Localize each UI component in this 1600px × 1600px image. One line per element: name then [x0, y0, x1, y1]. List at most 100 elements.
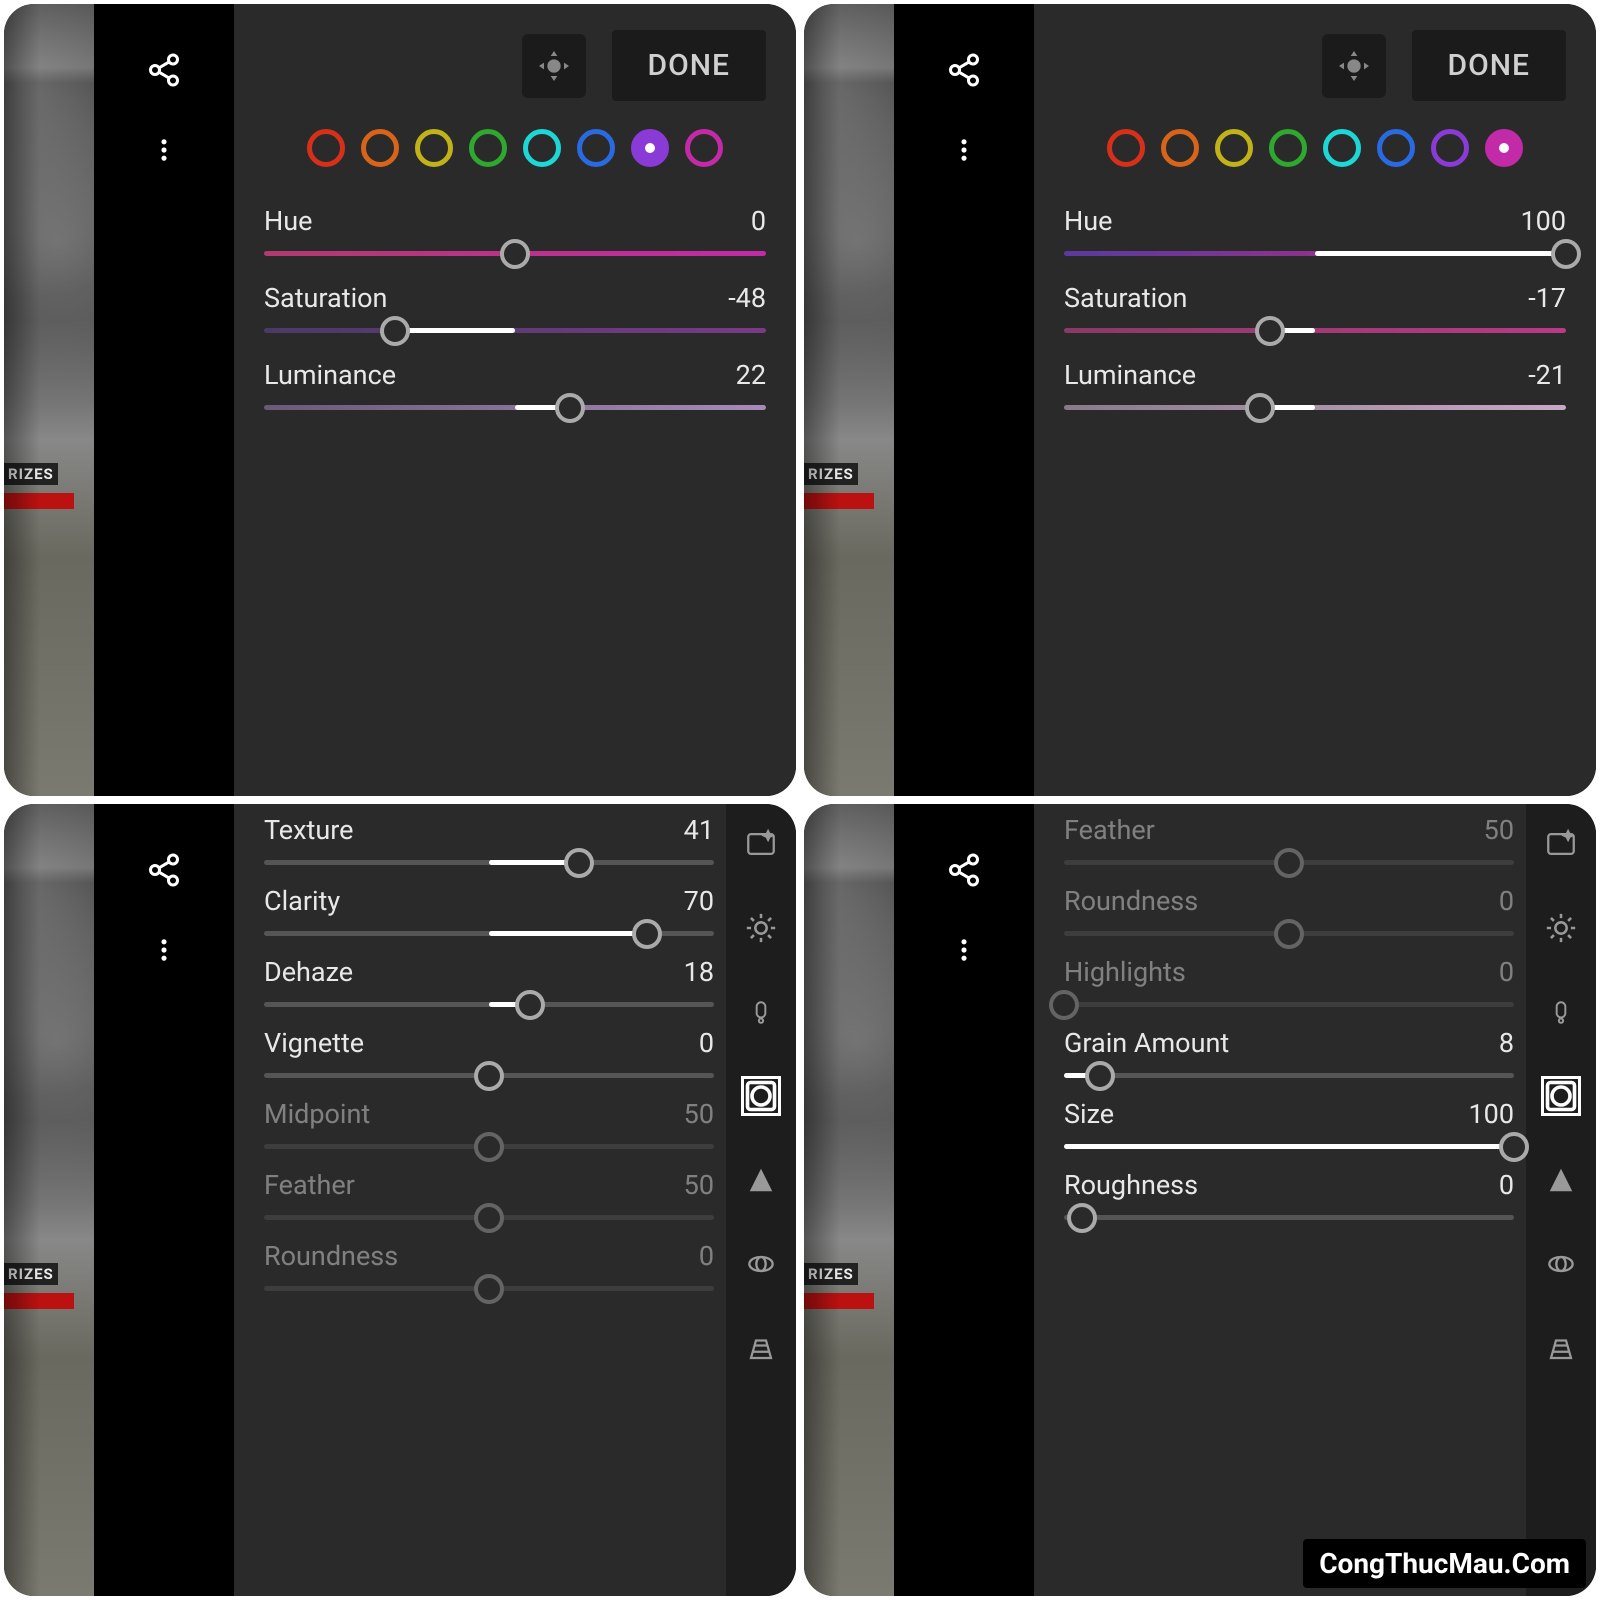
- swatch-6[interactable]: [1431, 129, 1469, 167]
- slider-knob[interactable]: [474, 1132, 504, 1162]
- slider-knob[interactable]: [632, 919, 662, 949]
- slider-size: Size100: [1064, 1098, 1514, 1149]
- slider-knob[interactable]: [555, 393, 585, 423]
- slider-knob[interactable]: [474, 1061, 504, 1091]
- swatch-4[interactable]: [1323, 129, 1361, 167]
- auto-icon[interactable]: [741, 824, 781, 864]
- slider-knob[interactable]: [1274, 848, 1304, 878]
- optics-icon[interactable]: [741, 1244, 781, 1284]
- photo-red-bar: [804, 1293, 874, 1309]
- swatch-1[interactable]: [361, 129, 399, 167]
- swatch-0[interactable]: [1107, 129, 1145, 167]
- slider-knob[interactable]: [1551, 239, 1581, 269]
- slider-hue: Hue0: [264, 205, 766, 256]
- share-icon[interactable]: [144, 50, 184, 90]
- slider-track[interactable]: [264, 860, 714, 865]
- slider-knob[interactable]: [474, 1274, 504, 1304]
- swatch-3[interactable]: [1269, 129, 1307, 167]
- slider-knob[interactable]: [474, 1203, 504, 1233]
- slider-track[interactable]: [1064, 1215, 1514, 1220]
- slider-track[interactable]: [1064, 405, 1566, 410]
- slider-label: Roughness: [1064, 1169, 1198, 1201]
- slider-label: Grain Amount: [1064, 1027, 1229, 1059]
- slider-saturation: Saturation-48: [264, 282, 766, 333]
- slider-knob[interactable]: [1085, 1061, 1115, 1091]
- slider-track[interactable]: [264, 1286, 714, 1291]
- slider-knob[interactable]: [500, 239, 530, 269]
- slider-track[interactable]: [264, 405, 766, 410]
- done-button[interactable]: DONE: [1412, 30, 1567, 101]
- swatch-2[interactable]: [415, 129, 453, 167]
- detail-icon[interactable]: [1541, 1160, 1581, 1200]
- done-button[interactable]: DONE: [612, 30, 767, 101]
- slider-knob[interactable]: [1067, 1203, 1097, 1233]
- pan-button[interactable]: [522, 34, 586, 98]
- slider-knob[interactable]: [1255, 316, 1285, 346]
- slider-track[interactable]: [1064, 931, 1514, 936]
- light-icon[interactable]: [1541, 908, 1581, 948]
- panel-color-mix-purple: RIZES DONE Hue0Saturation-48Luminance22: [4, 4, 796, 796]
- slider-knob[interactable]: [1245, 393, 1275, 423]
- slider-texture: Texture41: [264, 814, 714, 865]
- swatch-7[interactable]: [1485, 129, 1523, 167]
- geometry-icon[interactable]: [741, 1328, 781, 1368]
- geometry-icon[interactable]: [1541, 1328, 1581, 1368]
- slider-knob[interactable]: [380, 316, 410, 346]
- slider-track[interactable]: [264, 1073, 714, 1078]
- slider-track[interactable]: [1064, 328, 1566, 333]
- color-icon[interactable]: [741, 992, 781, 1032]
- slider-knob[interactable]: [1274, 919, 1304, 949]
- slider-value: 0: [751, 205, 766, 237]
- slider-knob[interactable]: [564, 848, 594, 878]
- effects-icon[interactable]: [1541, 1076, 1581, 1116]
- swatch-6[interactable]: [631, 129, 669, 167]
- swatch-7[interactable]: [685, 129, 723, 167]
- slider-track[interactable]: [1064, 1144, 1514, 1149]
- more-icon[interactable]: [944, 930, 984, 970]
- more-icon[interactable]: [944, 130, 984, 170]
- slider-track[interactable]: [264, 1002, 714, 1007]
- slider-track[interactable]: [1064, 860, 1514, 865]
- swatch-0[interactable]: [307, 129, 345, 167]
- share-icon[interactable]: [944, 850, 984, 890]
- slider-roundness: Roundness0: [264, 1240, 714, 1291]
- auto-icon[interactable]: [1541, 824, 1581, 864]
- slider-track[interactable]: [1064, 1073, 1514, 1078]
- pan-button[interactable]: [1322, 34, 1386, 98]
- swatch-2[interactable]: [1215, 129, 1253, 167]
- share-icon[interactable]: [944, 50, 984, 90]
- detail-icon[interactable]: [741, 1160, 781, 1200]
- slider-value: 0: [1499, 885, 1514, 917]
- more-icon[interactable]: [144, 930, 184, 970]
- photo-red-bar: [4, 1293, 74, 1309]
- slider-track[interactable]: [1064, 1002, 1514, 1007]
- swatch-3[interactable]: [469, 129, 507, 167]
- slider-label: Luminance: [264, 359, 396, 391]
- share-icon[interactable]: [144, 850, 184, 890]
- swatch-5[interactable]: [577, 129, 615, 167]
- slider-knob[interactable]: [1499, 1132, 1529, 1162]
- swatch-5[interactable]: [1377, 129, 1415, 167]
- photo-preview: RIZES: [4, 4, 94, 796]
- slider-knob[interactable]: [515, 990, 545, 1020]
- slider-track[interactable]: [264, 328, 766, 333]
- color-icon[interactable]: [1541, 992, 1581, 1032]
- slider-label: Midpoint: [264, 1098, 370, 1130]
- slider-track[interactable]: [264, 251, 766, 256]
- editor-area: DONE Hue100Saturation-17Luminance-21: [1034, 4, 1596, 796]
- slider-track[interactable]: [1064, 251, 1566, 256]
- more-icon[interactable]: [144, 130, 184, 170]
- slider-track[interactable]: [264, 931, 714, 936]
- swatch-1[interactable]: [1161, 129, 1199, 167]
- optics-icon[interactable]: [1541, 1244, 1581, 1284]
- slider-value: 0: [699, 1027, 714, 1059]
- slider-track[interactable]: [264, 1215, 714, 1220]
- slider-track[interactable]: [264, 1144, 714, 1149]
- slider-value: 50: [1484, 814, 1514, 846]
- slider-value: 0: [1499, 1169, 1514, 1201]
- light-icon[interactable]: [741, 908, 781, 948]
- slider-knob[interactable]: [1049, 990, 1079, 1020]
- swatch-4[interactable]: [523, 129, 561, 167]
- effects-icon[interactable]: [741, 1076, 781, 1116]
- photo-preview: RIZES: [4, 804, 94, 1596]
